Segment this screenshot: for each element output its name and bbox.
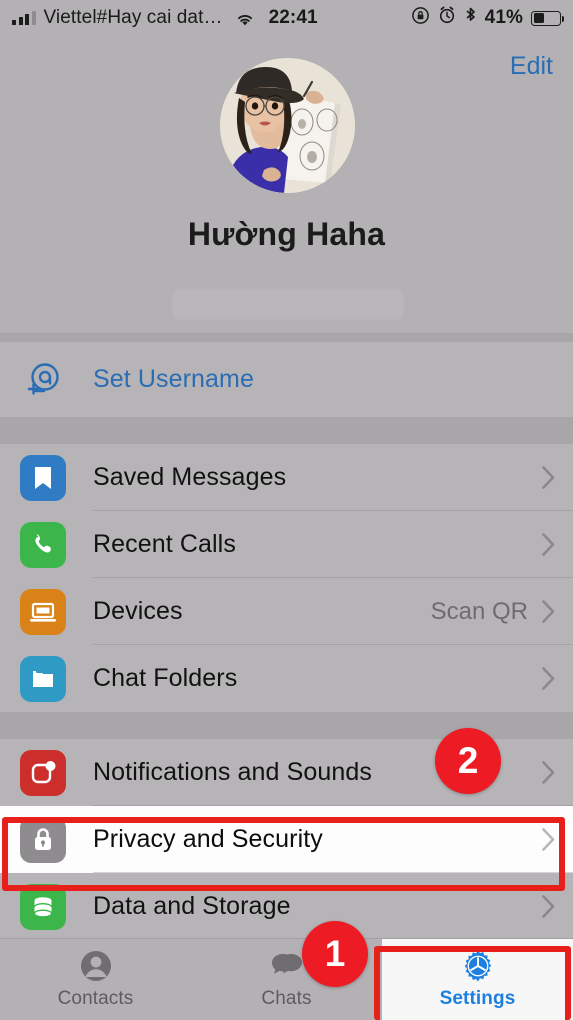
lock-icon: [20, 816, 66, 863]
chevron-right-icon: [542, 828, 555, 851]
row-label: Privacy and Security: [93, 825, 323, 853]
wifi-icon: [235, 11, 255, 26]
rotation-lock-icon: [411, 6, 430, 31]
chevron-right-icon: [542, 600, 555, 623]
avatar-photo: [220, 58, 355, 193]
chevron-right-icon: [542, 761, 555, 784]
avatar[interactable]: [220, 58, 355, 193]
chevron-right-icon: [542, 466, 555, 489]
phone-number-redacted: [172, 289, 404, 320]
row-label: Notifications and Sounds: [93, 758, 372, 786]
status-bar: Viettel#Hay cai dat… 22:41 41%: [0, 0, 573, 36]
notification-bell-icon: [20, 749, 66, 796]
alarm-clock-icon: [438, 6, 456, 30]
step-badge-2: 2: [435, 728, 501, 794]
chevron-right-icon: [542, 667, 555, 690]
chat-bubbles-icon: [270, 949, 304, 983]
phone-icon: [20, 521, 66, 568]
row-label: Devices: [93, 597, 183, 625]
row-devices[interactable]: Devices Scan QR: [0, 578, 573, 645]
signal-bars-icon: [12, 11, 36, 25]
row-label: Recent Calls: [93, 530, 236, 558]
step-badge-1: 1: [302, 921, 368, 987]
bluetooth-icon: [464, 6, 477, 31]
tab-settings[interactable]: Settings: [382, 939, 573, 1020]
carrier-label: Viettel#Hay cai dat…: [43, 7, 223, 28]
phone-screen: Viettel#Hay cai dat… 22:41 41% Edit Hườn…: [0, 0, 573, 1020]
row-saved-messages[interactable]: Saved Messages: [0, 444, 573, 511]
profile-header: Edit Hường Haha: [0, 36, 573, 333]
status-bar-right: 41%: [411, 6, 573, 31]
database-icon: [20, 883, 66, 930]
username-section: Set Username: [0, 342, 573, 417]
edit-button[interactable]: Edit: [510, 52, 553, 81]
tab-label: Settings: [439, 988, 516, 1009]
person-circle-icon: [79, 949, 113, 983]
laptop-icon: [20, 588, 66, 635]
clock-label: 22:41: [268, 7, 318, 28]
profile-name: Hường Haha: [187, 216, 386, 252]
battery-icon: [531, 10, 564, 26]
row-label: Saved Messages: [93, 463, 287, 491]
tab-contacts[interactable]: Contacts: [0, 939, 191, 1020]
folder-icon: [20, 655, 66, 702]
row-set-username[interactable]: Set Username: [0, 342, 573, 417]
battery-percent-label: 41%: [484, 7, 523, 28]
chevron-right-icon: [542, 533, 555, 556]
row-chat-folders[interactable]: Chat Folders: [0, 645, 573, 712]
gear-icon: [461, 949, 495, 983]
section-gap: [0, 333, 573, 342]
at-sign-plus-icon: [20, 357, 66, 403]
row-label: Chat Folders: [93, 664, 238, 692]
tab-bar: Contacts Chats Settings: [0, 938, 573, 1020]
chevron-right-icon: [542, 895, 555, 918]
main-list-section: Saved Messages Recent Calls Devices Scan…: [0, 444, 573, 712]
row-privacy-and-security[interactable]: Privacy and Security: [0, 806, 573, 873]
row-label: Data and Storage: [93, 892, 291, 920]
tab-label: Contacts: [57, 988, 134, 1009]
row-recent-calls[interactable]: Recent Calls: [0, 511, 573, 578]
row-data-and-storage[interactable]: Data and Storage: [0, 873, 573, 940]
status-bar-left: Viettel#Hay cai dat… 22:41: [0, 7, 318, 29]
section-gap: [0, 417, 573, 444]
row-label: Set Username: [93, 365, 254, 393]
row-value-scan-qr: Scan QR: [430, 597, 528, 625]
tab-label: Chats: [261, 988, 312, 1009]
bookmark-icon: [20, 454, 66, 501]
